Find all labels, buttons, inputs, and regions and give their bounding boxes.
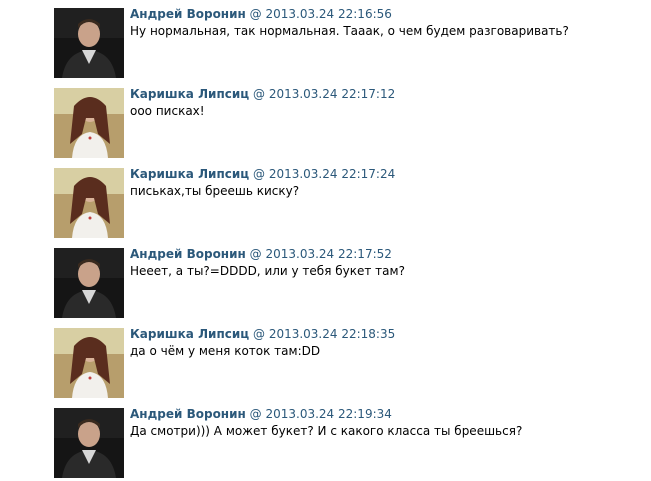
message-header: Каришка Липсиц @ 2013.03.24 22:18:35 bbox=[130, 326, 395, 342]
message-header: Каришка Липсиц @ 2013.03.24 22:17:24 bbox=[130, 166, 395, 182]
at-sign: @ bbox=[249, 407, 262, 421]
message-text: да о чём у меня коток там:DD bbox=[130, 344, 321, 358]
author-name[interactable]: Андрей Воронин bbox=[130, 7, 246, 21]
message-date: 2013.03.24 22:17:52 bbox=[265, 247, 392, 261]
message-text: письках,ты бреешь киску? bbox=[130, 184, 300, 198]
message-item: Каришка Липсиц @ 2013.03.24 22:18:35 да … bbox=[54, 326, 644, 400]
at-sign: @ bbox=[252, 327, 265, 341]
message-item: Андрей Воронин @ 2013.03.24 22:17:52 Нее… bbox=[54, 246, 644, 320]
at-sign: @ bbox=[249, 247, 262, 261]
author-name[interactable]: Каришка Липсиц bbox=[130, 327, 249, 341]
message-text: Ну нормальная, так нормальная. Тааак, о … bbox=[130, 24, 569, 38]
author-name[interactable]: Андрей Воронин bbox=[130, 407, 246, 421]
at-sign: @ bbox=[252, 167, 265, 181]
message-date: 2013.03.24 22:19:34 bbox=[265, 407, 392, 421]
message-item: Каришка Липсиц @ 2013.03.24 22:17:12 ооо… bbox=[54, 86, 644, 160]
message-item: Андрей Воронин @ 2013.03.24 22:19:34 Да … bbox=[54, 406, 644, 480]
author-name[interactable]: Каришка Липсиц bbox=[130, 87, 249, 101]
author-name[interactable]: Андрей Воронин bbox=[130, 247, 246, 261]
message-text: ооо писках! bbox=[130, 104, 205, 118]
message-header: Андрей Воронин @ 2013.03.24 22:16:56 bbox=[130, 6, 392, 22]
avatar[interactable] bbox=[54, 248, 124, 318]
message-date: 2013.03.24 22:18:35 bbox=[268, 327, 396, 341]
at-sign: @ bbox=[249, 7, 262, 21]
author-name[interactable]: Каришка Липсиц bbox=[130, 167, 249, 181]
message-header: Андрей Воронин @ 2013.03.24 22:19:34 bbox=[130, 406, 392, 422]
avatar[interactable] bbox=[54, 8, 124, 78]
at-sign: @ bbox=[252, 87, 265, 101]
message-date: 2013.03.24 22:17:12 bbox=[268, 87, 396, 101]
message-date: 2013.03.24 22:16:56 bbox=[265, 7, 392, 21]
avatar[interactable] bbox=[54, 168, 124, 238]
avatar[interactable] bbox=[54, 408, 124, 478]
message-header: Андрей Воронин @ 2013.03.24 22:17:52 bbox=[130, 246, 392, 262]
avatar[interactable] bbox=[54, 328, 124, 398]
message-header: Каришка Липсиц @ 2013.03.24 22:17:12 bbox=[130, 86, 395, 102]
avatar[interactable] bbox=[54, 88, 124, 158]
message-item: Андрей Воронин @ 2013.03.24 22:16:56 Ну … bbox=[54, 6, 644, 80]
message-item: Каришка Липсиц @ 2013.03.24 22:17:24 пис… bbox=[54, 166, 644, 240]
message-date: 2013.03.24 22:17:24 bbox=[268, 167, 396, 181]
message-text: Нееет, а ты?=DDDD, или у тебя букет там? bbox=[130, 264, 405, 278]
message-text: Да смотри))) А может букет? И с какого к… bbox=[130, 424, 523, 438]
